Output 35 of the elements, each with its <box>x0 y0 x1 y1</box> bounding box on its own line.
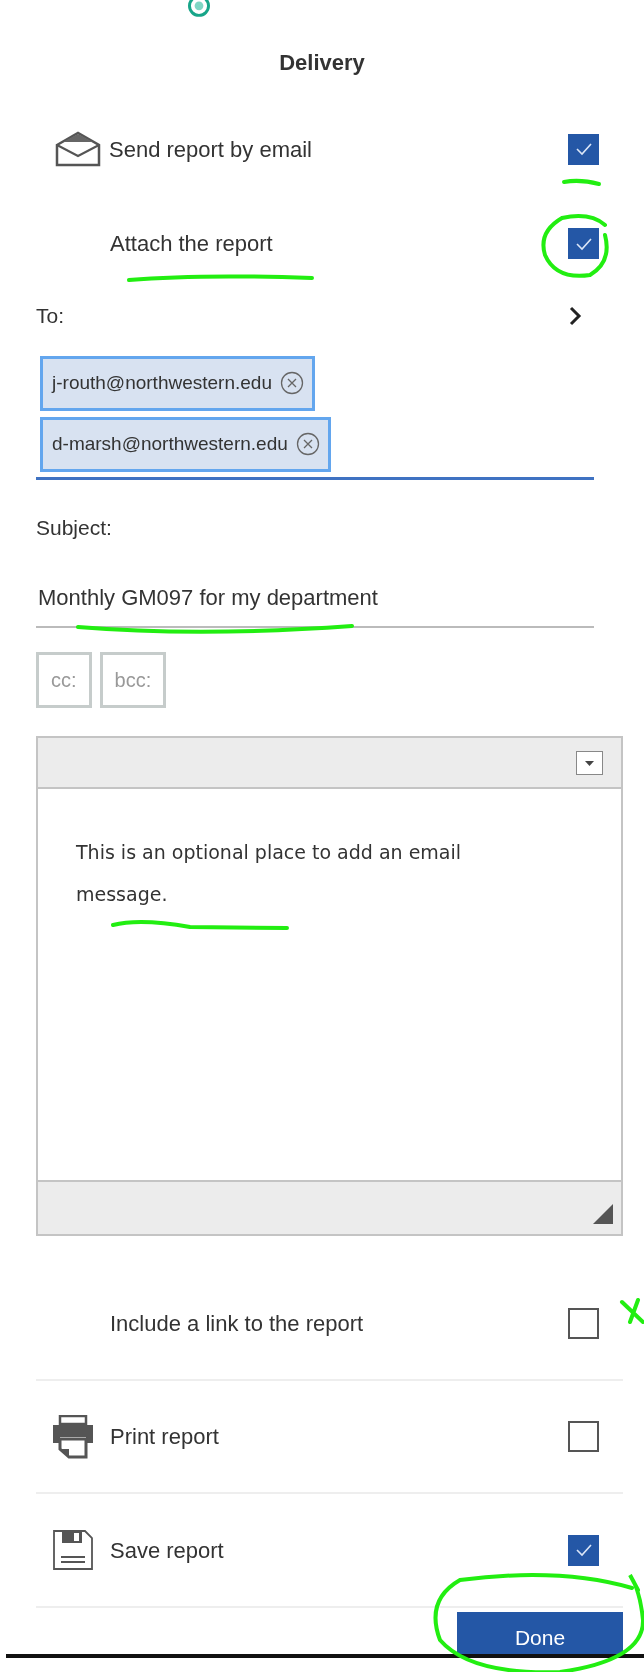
option-label: Save report <box>110 1536 225 1565</box>
printer-icon <box>52 1414 94 1459</box>
subject-field[interactable]: Monthly GM097 for my department <box>36 581 594 628</box>
option-label: Print report <box>110 1423 220 1451</box>
highlighter-cross <box>620 1298 644 1324</box>
option-label: Send report by email <box>109 135 313 164</box>
resize-handle-icon[interactable] <box>593 1204 613 1224</box>
recipient-address: j-routh@northwestern.edu <box>52 370 272 395</box>
envelope-icon <box>55 131 101 167</box>
check-icon <box>574 1543 593 1557</box>
recipient-chip[interactable]: j-routh@northwestern.edu <box>40 355 315 411</box>
check-icon <box>574 142 593 156</box>
dropdown-icon[interactable] <box>576 750 603 775</box>
message-editor[interactable]: This is an optional place to add an email message. <box>36 736 623 1236</box>
option-label: Attach the report <box>110 230 274 258</box>
checkbox[interactable] <box>568 1534 599 1566</box>
option-label: Include a link to the report <box>110 1310 365 1338</box>
done-button[interactable]: Done <box>457 1612 623 1654</box>
checkbox[interactable] <box>568 228 599 259</box>
check-icon <box>574 236 593 251</box>
remove-icon[interactable] <box>295 432 320 456</box>
recipients-field[interactable]: j-routh@northwestern.edu d-marsh@northwestern.edu <box>36 355 594 480</box>
message-text: This is an optional place to add an email message. <box>76 840 463 907</box>
checkbox[interactable] <box>568 133 599 165</box>
remove-icon[interactable] <box>279 371 304 395</box>
checkbox[interactable] <box>568 1421 599 1452</box>
highlighter-underline <box>562 178 601 186</box>
recipient-address: d-marsh@northwestern.edu <box>52 431 288 456</box>
field-label: Subject: <box>36 515 112 539</box>
chevron-right-icon[interactable] <box>568 305 582 326</box>
checkbox[interactable] <box>568 1308 599 1339</box>
save-icon <box>53 1530 93 1570</box>
recipient-chip[interactable]: d-marsh@northwestern.edu <box>40 416 331 472</box>
field-label: To: <box>36 303 65 329</box>
panel-title: Delivery <box>279 49 365 77</box>
